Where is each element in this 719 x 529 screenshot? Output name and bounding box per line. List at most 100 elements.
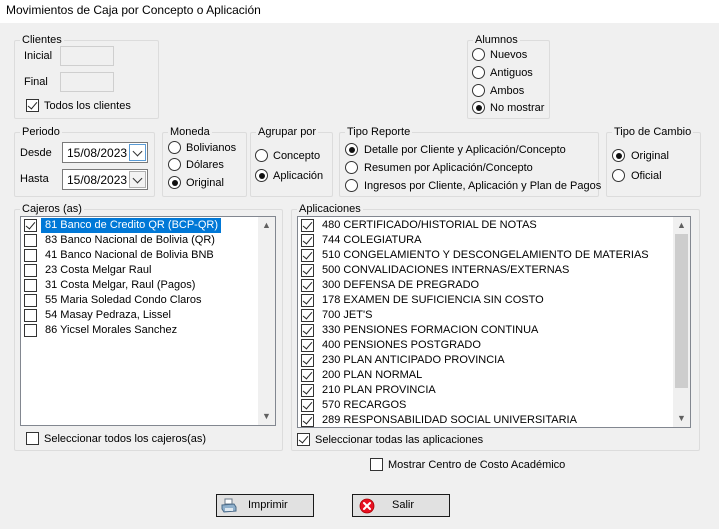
aplicacion-row-checkbox[interactable]	[301, 234, 314, 247]
exit-icon	[359, 498, 375, 517]
periodo-legend: Periodo	[20, 126, 62, 138]
aplicacion-row-checkbox[interactable]	[301, 249, 314, 262]
alumnos-radio-nuevos[interactable]	[472, 48, 485, 61]
aplicacion-row-checkbox[interactable]	[301, 339, 314, 352]
imprimir-button[interactable]: Imprimir	[216, 494, 314, 517]
aplicacion-row-label: 230 PLAN ANTICIPADO PROVINCIA	[322, 354, 505, 366]
moneda-option-label: Dólares	[186, 159, 224, 171]
alumnos-legend: Alumnos	[473, 34, 520, 46]
alumnos-radio-ambos[interactable]	[472, 84, 485, 97]
aplicacion-row-checkbox[interactable]	[301, 354, 314, 367]
centro-costo-checkbox[interactable]	[370, 458, 383, 471]
final-label: Final	[24, 76, 48, 88]
tipo-reporte-radio-ingresos[interactable]	[345, 179, 358, 192]
cajero-row-label: 31 Costa Melgar, Raul (Pagos)	[45, 279, 196, 291]
aplicacion-row-label: 210 PLAN PROVINCIA	[322, 384, 436, 396]
chevron-down-icon[interactable]	[129, 144, 146, 161]
agrupar-option-label: Aplicación	[273, 170, 324, 182]
alumnos-option-label: Nuevos	[490, 49, 528, 61]
inicial-input[interactable]	[60, 46, 114, 66]
aplicacion-row-label: 744 COLEGIATURA	[322, 234, 422, 246]
tipo-reporte-option-label: Detalle por Cliente y Aplicación/Concept…	[364, 144, 566, 156]
imprimir-label: Imprimir	[248, 499, 288, 511]
cajero-row-label: 23 Costa Melgar Raul	[45, 264, 152, 276]
cajero-row-label: 41 Banco Nacional de Bolivia BNB	[45, 249, 214, 261]
aplicaciones-legend: Aplicaciones	[297, 203, 363, 215]
tipo-cambio-radio-original[interactable]	[612, 149, 625, 162]
tipo-reporte-radio-resumen[interactable]	[345, 161, 358, 174]
cajero-row-checkbox[interactable]	[24, 294, 37, 307]
cajero-row-checkbox[interactable]	[24, 249, 37, 262]
tipo-cambio-radio-oficial[interactable]	[612, 169, 625, 182]
scroll-down-arrow-icon[interactable]: ▼	[258, 408, 275, 425]
hasta-date-picker[interactable]: 15/08/2023	[62, 169, 148, 190]
aplicaciones-listbox[interactable]: 289 RESPONSABILIDAD SOCIAL UNIVERSITARIA…	[297, 216, 691, 428]
moneda-radio-original[interactable]	[168, 176, 181, 189]
cajero-row-checkbox[interactable]	[24, 279, 37, 292]
printer-icon	[221, 498, 237, 517]
chevron-down-icon[interactable]	[129, 171, 146, 188]
aplicacion-row-label: 400 PENSIONES POSTGRADO	[322, 339, 481, 351]
aplicacion-row-checkbox[interactable]	[301, 294, 314, 307]
moneda-legend: Moneda	[168, 126, 212, 138]
aplicacion-row-checkbox[interactable]	[301, 324, 314, 337]
tipo-reporte-legend: Tipo Reporte	[345, 126, 413, 138]
aplicacion-row-label: 289 RESPONSABILIDAD SOCIAL UNIVERSITARIA	[322, 414, 577, 426]
aplicacion-row-checkbox[interactable]	[301, 309, 314, 322]
cajero-row-checkbox[interactable]	[24, 324, 37, 337]
aplicacion-row-checkbox[interactable]	[301, 264, 314, 277]
aplicaciones-scroll-thumb[interactable]	[675, 234, 688, 388]
aplicacion-row-label: 570 RECARGOS	[322, 399, 407, 411]
cajeros-scrollbar[interactable]: ▲ ▼	[258, 217, 275, 425]
alumnos-option-label: Ambos	[490, 85, 525, 97]
agrupar-radio-concepto[interactable]	[255, 149, 268, 162]
form-body: Clientes Inicial Final Todos los cliente…	[0, 23, 719, 529]
aplicacion-row-label: 330 PENSIONES FORMACION CONTINUA	[322, 324, 539, 336]
moneda-radio-bolivianos[interactable]	[168, 141, 181, 154]
cajeros-listbox[interactable]: 86 Yicsel Morales Sanchez 54 Masay Pedraz…	[20, 216, 276, 426]
todos-clientes-checkbox[interactable]	[26, 99, 39, 112]
cajero-row-label: 55 Maria Soledad Condo Claros	[45, 294, 202, 306]
tipo-cambio-option-label: Oficial	[631, 170, 662, 182]
cajero-row-label: 86 Yicsel Morales Sanchez	[45, 324, 178, 336]
desde-date-picker[interactable]: 15/08/2023	[62, 142, 148, 163]
tipo-reporte-radio-detalle[interactable]	[345, 143, 358, 156]
alumnos-radio-antiguos[interactable]	[472, 66, 485, 79]
select-all-aplicaciones-checkbox[interactable]	[297, 433, 310, 446]
scroll-down-arrow-icon[interactable]: ▼	[673, 410, 690, 427]
aplicaciones-scrollbar[interactable]: ▲ ▼	[673, 217, 690, 427]
cajero-row-checkbox[interactable]	[24, 219, 37, 232]
cajero-row-checkbox[interactable]	[24, 234, 37, 247]
aplicacion-row-checkbox[interactable]	[301, 399, 314, 412]
scroll-up-arrow-icon[interactable]: ▲	[258, 217, 275, 234]
centro-costo-label: Mostrar Centro de Costo Académico	[388, 459, 566, 471]
window-title: Movimientos de Caja por Concepto o Aplic…	[0, 0, 719, 23]
tipo-reporte-option-label: Resumen por Aplicación/Concepto	[364, 162, 533, 174]
cajero-row-checkbox[interactable]	[24, 264, 37, 277]
moneda-radio-dolares[interactable]	[168, 158, 181, 171]
aplicacion-row-label: 178 EXAMEN DE SUFICIENCIA SIN COSTO	[322, 294, 544, 306]
aplicacion-row-checkbox[interactable]	[301, 384, 314, 397]
select-all-cajeros-checkbox[interactable]	[26, 432, 39, 445]
hasta-date-value: 15/08/2023	[67, 173, 128, 187]
desde-label: Desde	[20, 147, 52, 159]
salir-button[interactable]: Salir	[352, 494, 450, 517]
alumnos-radio-no-mostrar[interactable]	[472, 101, 485, 114]
agrupar-option-label: Concepto	[273, 150, 321, 162]
tipo-cambio-legend: Tipo de Cambio	[612, 126, 694, 138]
todos-clientes-label: Todos los clientes	[44, 100, 131, 112]
agrupar-radio-aplicacion[interactable]	[255, 169, 268, 182]
aplicacion-row-checkbox[interactable]	[301, 219, 314, 232]
aplicacion-row-checkbox[interactable]	[301, 369, 314, 382]
final-input[interactable]	[60, 72, 114, 92]
moneda-option-label: Original	[186, 177, 224, 189]
aplicacion-row-label: 200 PLAN NORMAL	[322, 369, 423, 381]
cajero-row-label: 83 Banco Nacional de Bolivia (QR)	[45, 234, 215, 246]
scroll-up-arrow-icon[interactable]: ▲	[673, 217, 690, 234]
desde-date-value: 15/08/2023	[67, 146, 128, 160]
select-all-aplicaciones-label: Seleccionar todas las aplicaciones	[315, 434, 484, 446]
inicial-label: Inicial	[24, 50, 53, 62]
aplicacion-row-checkbox[interactable]	[301, 414, 314, 427]
cajero-row-checkbox[interactable]	[24, 309, 37, 322]
aplicacion-row-checkbox[interactable]	[301, 279, 314, 292]
